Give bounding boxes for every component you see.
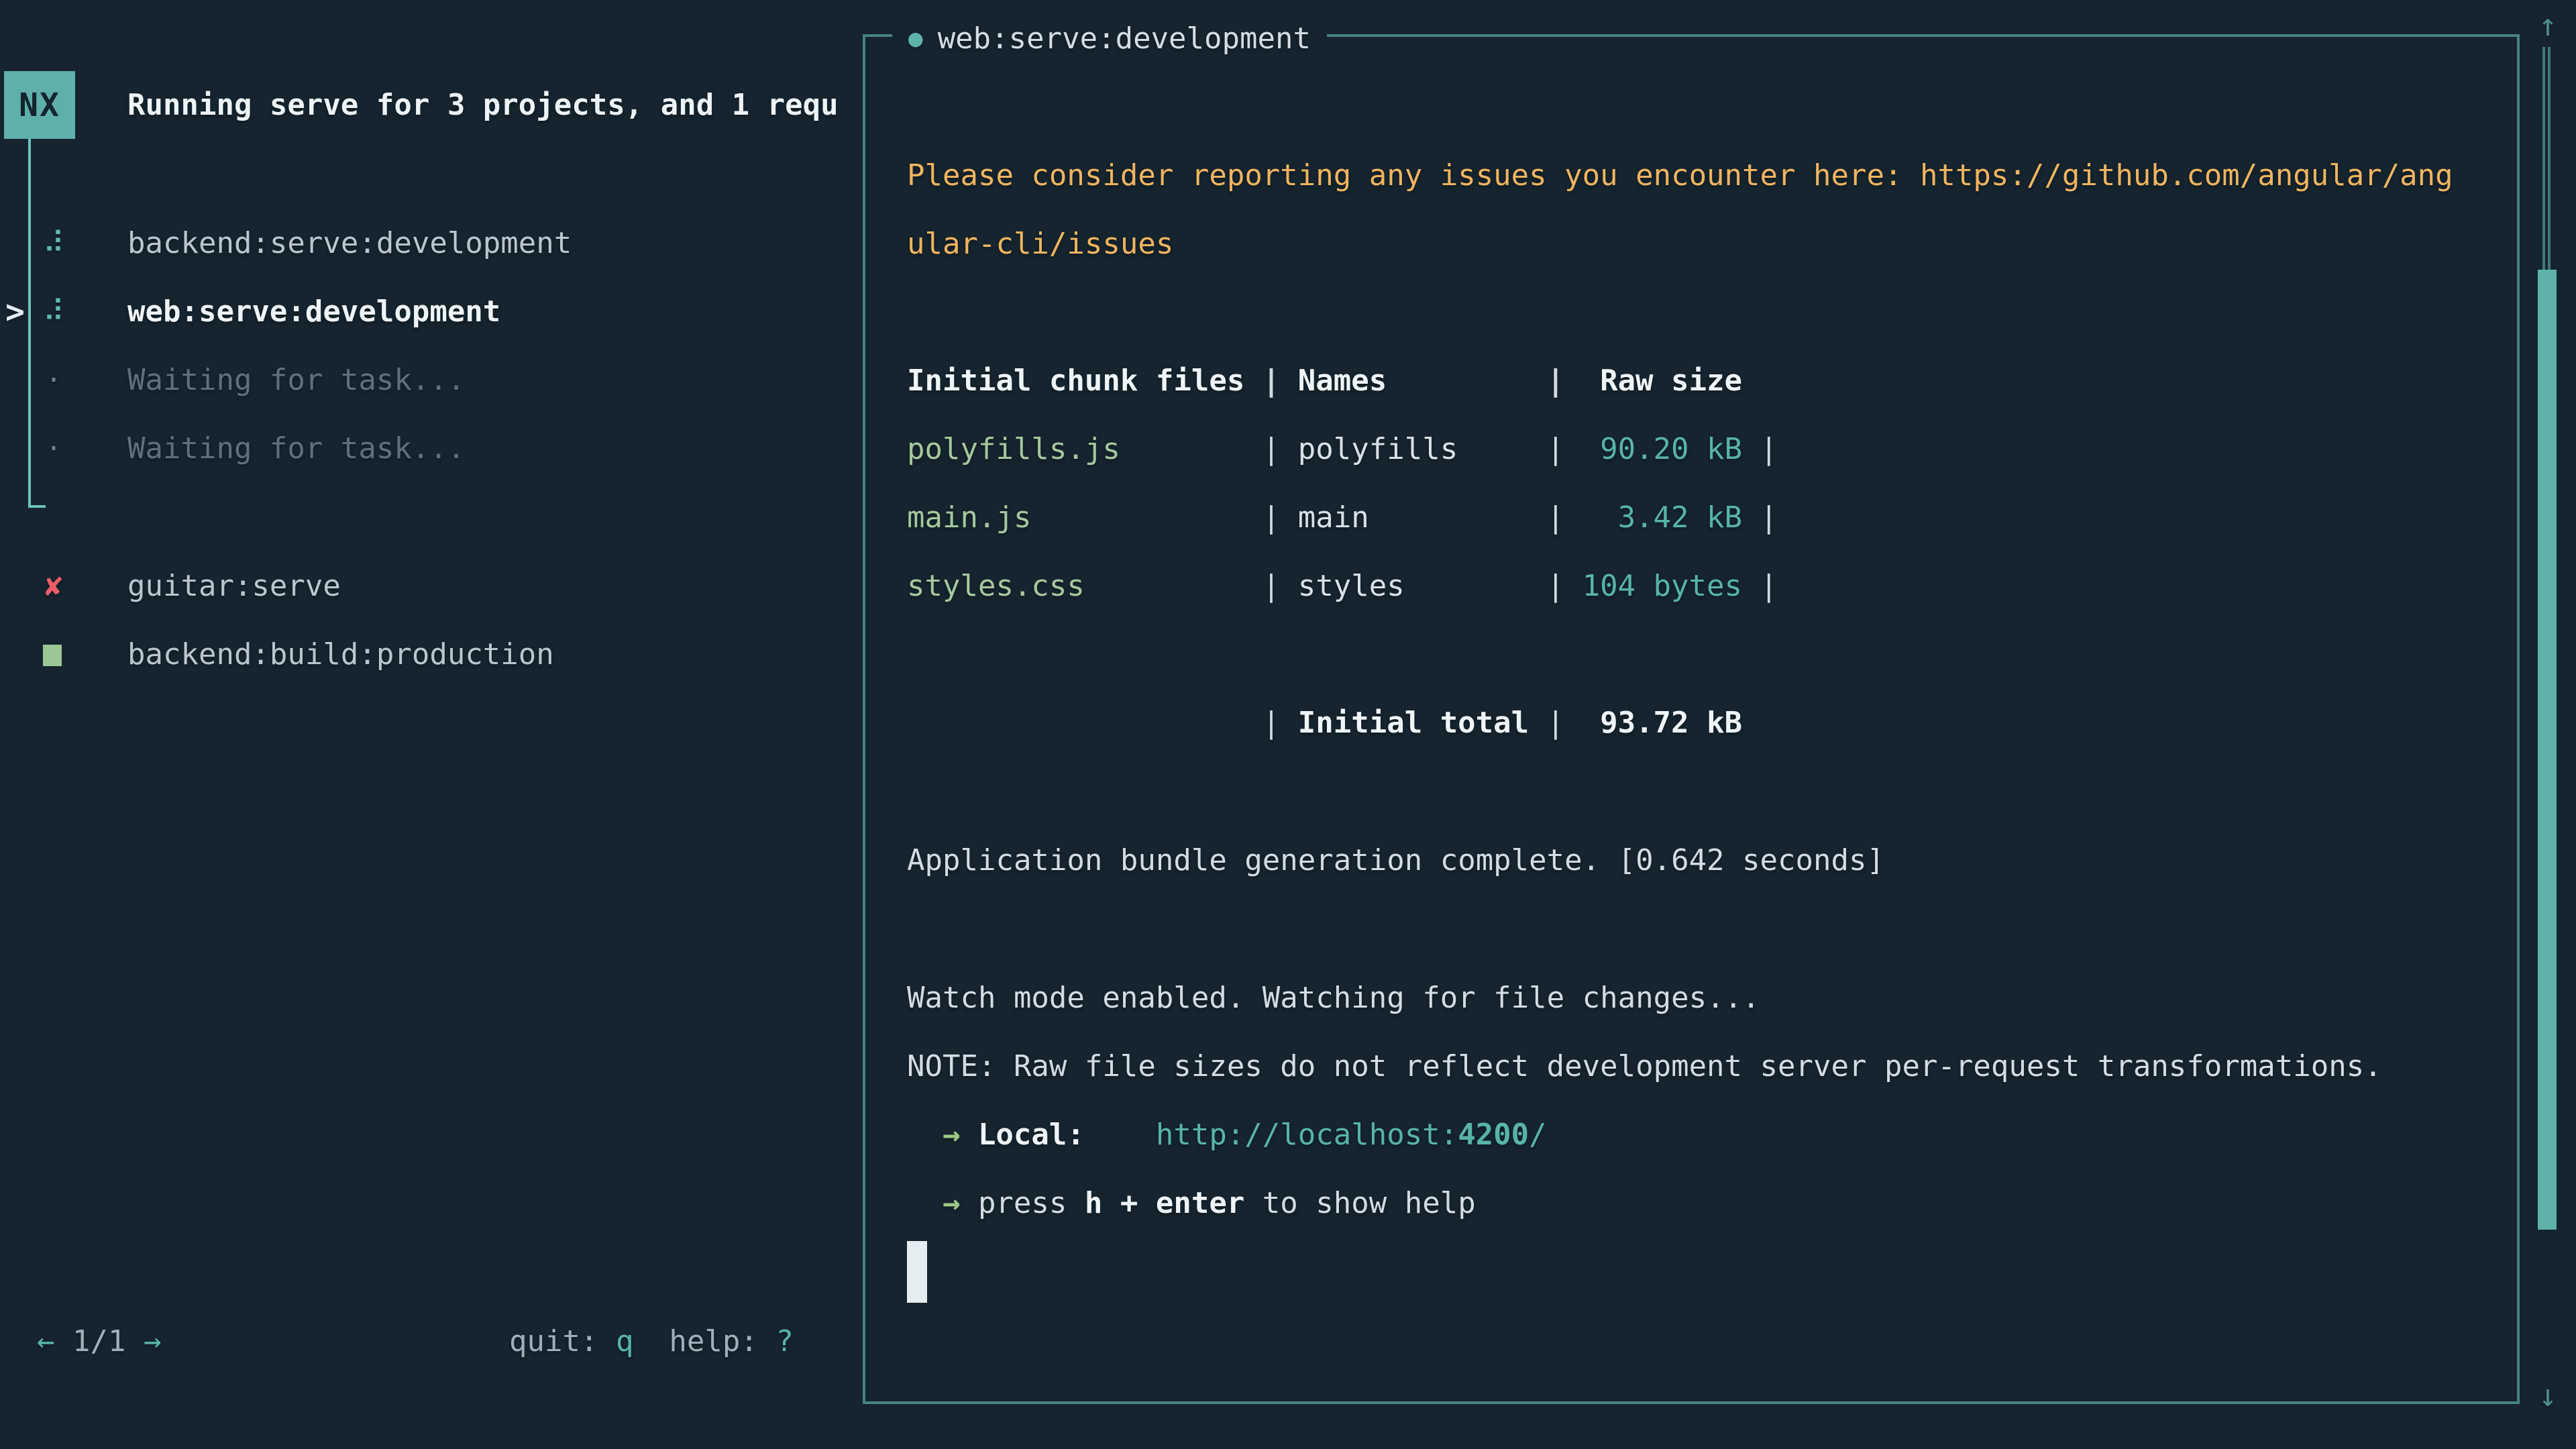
chunk-size: 3.42 kB <box>1582 484 1742 552</box>
scroll-down-arrow-icon[interactable]: ↓ <box>2529 1371 2567 1420</box>
page-indicator: 1/1 <box>72 1324 125 1358</box>
local-server-line: →Local: http://localhost:4200/ <box>907 1101 1547 1169</box>
page-prev-arrow[interactable]: ← <box>37 1324 55 1358</box>
task-sidebar: NX Running serve for 3 projects, and 1 r… <box>0 0 864 1449</box>
terminal-block-cursor <box>907 1241 927 1303</box>
arrow-icon: → <box>943 1101 978 1169</box>
chunk-size: 90.20 kB <box>1582 415 1742 484</box>
chunk-name: main <box>1298 484 1547 552</box>
table-pipe: | <box>1742 484 1778 552</box>
col-header-names: Names <box>1298 347 1547 415</box>
task-label: Waiting for task... <box>127 346 465 415</box>
success-square-icon <box>43 645 62 666</box>
sidebar-item-backend-serve[interactable]: ⠼ backend:serve:development <box>0 209 864 278</box>
waiting-dot-icon: · <box>38 346 70 415</box>
bundle-complete-message: Application bundle generation complete. … <box>907 826 1884 895</box>
arrow-icon: → <box>943 1169 978 1238</box>
help-key: ? <box>775 1324 794 1358</box>
nx-logo-badge: NX <box>4 71 75 139</box>
table-pipe: | <box>1547 415 1582 484</box>
chunk-name: styles <box>1298 552 1547 621</box>
hint-post: to show help <box>1244 1186 1475 1220</box>
scrollbar-track[interactable] <box>2548 47 2551 270</box>
table-pipe: | <box>1547 484 1582 552</box>
task-label: guitar:serve <box>127 552 341 621</box>
table-pipe: | <box>1263 689 1298 757</box>
table-pipe: | <box>1742 552 1778 621</box>
raw-size-note: NOTE: Raw file sizes do not reflect deve… <box>907 1032 2382 1101</box>
local-label: Local: <box>978 1118 1085 1152</box>
task-label: backend:serve:development <box>127 209 572 278</box>
col-header-raw-size: Raw size <box>1582 347 1742 415</box>
quit-hint-label: quit: <box>509 1324 598 1358</box>
chunk-file: main.js <box>907 484 1263 552</box>
chunk-file: styles.css <box>907 552 1263 621</box>
table-pipe: | <box>1263 552 1298 621</box>
page-next-arrow[interactable]: → <box>144 1324 162 1358</box>
table-pipe: | <box>1742 415 1778 484</box>
error-cross-icon: ✘ <box>38 552 70 621</box>
col-header-files: Initial chunk files <box>907 347 1263 415</box>
help-hint-line: →press h + enter to show help <box>907 1169 1476 1238</box>
hint-keys: h + enter <box>1085 1186 1244 1220</box>
pagination: ← 1/1 → <box>37 1307 161 1376</box>
chunk-size: 104 bytes <box>1582 552 1742 621</box>
sidebar-item-waiting-1[interactable]: · Waiting for task... <box>0 346 864 415</box>
table-pipe: | <box>1547 347 1582 415</box>
scrollbar-track[interactable] <box>2542 47 2545 270</box>
quit-key: q <box>616 1324 634 1358</box>
table-pipe: | <box>1263 415 1298 484</box>
panel-title-text: web:serve:development <box>938 21 1311 56</box>
running-status-dot-icon: ● <box>908 25 923 52</box>
task-label: Waiting for task... <box>127 415 465 483</box>
chunk-table-header: Initial chunk files|Names|Raw size <box>907 347 1742 415</box>
initial-total-row: |Initial total|93.72 kB <box>907 689 1742 757</box>
table-pipe: | <box>1263 484 1298 552</box>
scrollbar-thumb[interactable] <box>2538 270 2557 1230</box>
keyboard-hints: quit: q help:? <box>509 1307 794 1376</box>
sidebar-item-waiting-2[interactable]: · Waiting for task... <box>0 415 864 483</box>
sidebar-item-backend-build[interactable]: backend:build:production <box>0 621 864 689</box>
url-prefix: http://localhost: <box>1156 1118 1458 1152</box>
spinner-icon: ⠼ <box>38 209 70 278</box>
chunk-file: polyfills.js <box>907 415 1263 484</box>
task-label-selected: web:serve:development <box>127 278 500 346</box>
table-row: main.js|main|3.42 kB| <box>907 484 1778 552</box>
panel-title: ● web:serve:development <box>892 15 1327 62</box>
issue-report-notice-line1: Please consider reporting any issues you… <box>907 142 2453 210</box>
table-row: polyfills.js|polyfills|90.20 kB| <box>907 415 1778 484</box>
hint-pre: press <box>978 1186 1085 1220</box>
table-row: styles.css|styles|104 bytes| <box>907 552 1778 621</box>
chunk-name: polyfills <box>1298 415 1547 484</box>
table-pipe: | <box>1547 689 1582 757</box>
table-pipe: | <box>1547 552 1582 621</box>
waiting-dot-icon: · <box>38 415 70 483</box>
url-suffix: / <box>1529 1118 1547 1152</box>
sidebar-item-guitar-serve[interactable]: ✘ guitar:serve <box>0 552 864 621</box>
help-hint-label: help: <box>669 1324 757 1358</box>
table-pipe: | <box>1263 347 1298 415</box>
nx-terminal-ui: NX Running serve for 3 projects, and 1 r… <box>0 0 2576 1449</box>
total-label: Initial total <box>1298 689 1547 757</box>
issue-report-notice-line2: ular-cli/issues <box>907 210 1173 278</box>
page-title: Running serve for 3 projects, and 1 requ <box>127 71 839 139</box>
total-size: 93.72 kB <box>1582 689 1742 757</box>
sidebar-item-web-serve[interactable]: ⠼ web:serve:development <box>0 278 864 346</box>
localhost-url[interactable]: http://localhost:4200/ <box>1156 1118 1547 1152</box>
scroll-up-arrow-icon[interactable]: ↑ <box>2529 0 2567 50</box>
task-label: backend:build:production <box>127 621 554 689</box>
watch-mode-message: Watch mode enabled. Watching for file ch… <box>907 964 1760 1032</box>
url-port: 4200 <box>1458 1118 1529 1152</box>
spinner-icon: ⠼ <box>38 278 70 346</box>
